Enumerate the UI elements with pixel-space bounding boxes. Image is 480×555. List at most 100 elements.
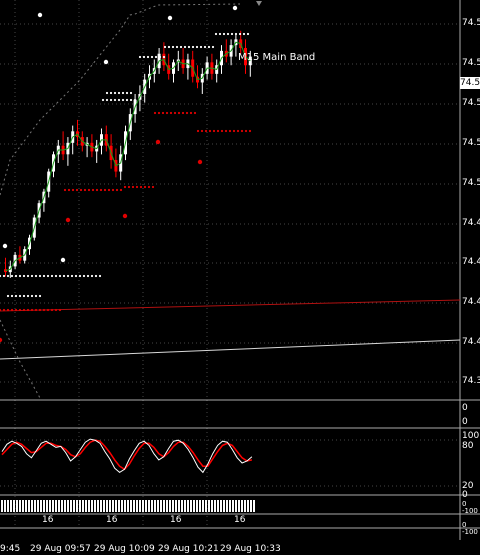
band-dot [54, 308, 58, 312]
time-label: 29 Aug 09:57 [30, 544, 91, 554]
signal-dot [60, 257, 66, 263]
band-dot [230, 32, 234, 36]
band-dot [2, 308, 6, 312]
band-dot [175, 45, 179, 49]
band-dot [165, 111, 169, 115]
histogram-bar [85, 500, 87, 512]
histogram-bar [10, 500, 12, 512]
band-dot [200, 129, 204, 133]
resistance-line [0, 299, 461, 312]
sub-label: 16 [42, 515, 54, 525]
band-dot [224, 129, 228, 133]
histogram-bar [196, 500, 198, 512]
histogram-bar [58, 500, 60, 512]
histogram-bar [133, 500, 135, 512]
histogram-bar [19, 500, 21, 512]
band-dot [238, 32, 242, 36]
band-dot [171, 45, 175, 49]
histogram-bar [181, 500, 183, 512]
histogram-bar [244, 500, 246, 512]
band-dot [94, 274, 98, 278]
histogram-bar [142, 500, 144, 512]
band-dot [151, 185, 155, 189]
histogram-bar [145, 500, 147, 512]
time-label: 29 Aug 10:21 [158, 544, 219, 554]
band-dot [105, 91, 109, 95]
signal-dot [0, 337, 3, 343]
histogram-bar [118, 500, 120, 512]
band-dot [220, 129, 224, 133]
shift-marker [256, 1, 262, 6]
histogram-bar [64, 500, 66, 512]
histogram-bar [49, 500, 51, 512]
histogram-bar [22, 500, 24, 512]
band-dot [185, 111, 189, 115]
band-dot [18, 274, 22, 278]
chart-canvas[interactable] [0, 0, 480, 555]
band-dot [75, 188, 79, 192]
band-dot [103, 188, 107, 192]
histogram-bar [115, 500, 117, 512]
signal-dot [167, 15, 173, 21]
histogram-bar [148, 500, 150, 512]
histogram-bar [70, 500, 72, 512]
histogram-bar [226, 500, 228, 512]
band-dot [119, 188, 123, 192]
band-dot [109, 98, 113, 102]
band-dot [129, 91, 133, 95]
band-dot [246, 32, 250, 36]
band-dot [196, 129, 200, 133]
band-dot [46, 308, 50, 312]
band-dot [163, 45, 167, 49]
histogram-bar [199, 500, 201, 512]
histogram-bar [43, 500, 45, 512]
band-dot [173, 111, 177, 115]
histogram-bar [136, 500, 138, 512]
band-dot [46, 274, 50, 278]
band-dot [147, 185, 151, 189]
band-dot [232, 129, 236, 133]
histogram-bar [217, 500, 219, 512]
band-dot [34, 294, 38, 298]
band-dot [70, 274, 74, 278]
current-price-tag: 74.5 [460, 77, 480, 89]
band-dot [22, 308, 26, 312]
band-dot [6, 308, 10, 312]
band-dot [6, 274, 10, 278]
histogram-bar [241, 500, 243, 512]
histogram-bar [79, 500, 81, 512]
signal-dot [37, 12, 43, 18]
band-dot [211, 45, 215, 49]
histogram-bar [100, 500, 102, 512]
band-dot [125, 98, 129, 102]
band-dot [99, 188, 103, 192]
band-dot [14, 308, 18, 312]
histogram-bar [214, 500, 216, 512]
histogram-bar [73, 500, 75, 512]
band-dot [177, 111, 181, 115]
indicator3-label: -100 [462, 528, 478, 536]
band-dot [86, 274, 90, 278]
histogram-bar [223, 500, 225, 512]
histogram-bar [55, 500, 57, 512]
signal-dot [103, 59, 109, 65]
band-dot [10, 274, 14, 278]
band-dot [212, 129, 216, 133]
histogram-bar [61, 500, 63, 512]
histogram-bar [31, 500, 33, 512]
signal-dot [122, 213, 128, 219]
histogram-bar [25, 500, 27, 512]
band-dot [6, 294, 10, 298]
band-dot [203, 45, 207, 49]
band-dot [34, 274, 38, 278]
band-dot [91, 188, 95, 192]
signal-dot [155, 139, 161, 145]
histogram-bar [76, 500, 78, 512]
histogram-bar [52, 500, 54, 512]
histogram-bar [160, 500, 162, 512]
histogram-bar [28, 500, 30, 512]
histogram-bar [130, 500, 132, 512]
band-dot [242, 32, 246, 36]
band-dot [71, 188, 75, 192]
band-dot [18, 294, 22, 298]
